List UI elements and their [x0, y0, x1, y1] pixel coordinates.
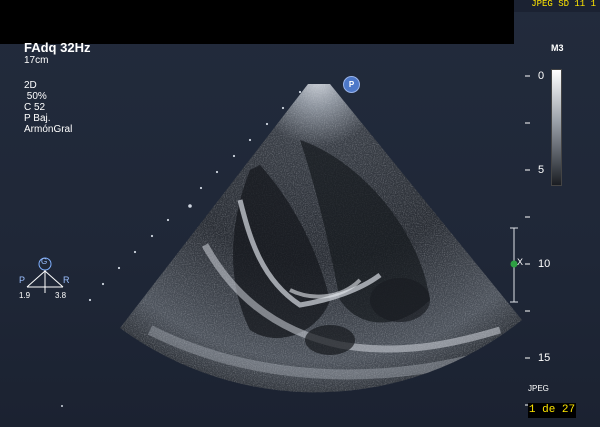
depth-scale [525, 75, 530, 406]
orientation-icon: G P R 1.9 3.8 [15, 257, 75, 307]
orient-left-label: P [19, 275, 26, 285]
frame-rate-label: FAdq 32Hz [24, 40, 91, 55]
ultrasound-image [61, 75, 530, 407]
param-power: P Baj. [24, 113, 51, 124]
param-mode: 2D [24, 80, 37, 91]
depth-mark-10: 10 [538, 258, 551, 270]
ultrasound-screen: JPEG SD 11 1 FAdq 32Hz 17cm 2D 50% C 52 … [0, 0, 600, 427]
gray-scale-top: 0 [538, 70, 545, 82]
imaging-params: 2D 50% C 52 P Baj. ArmónGral [24, 80, 72, 135]
image-pager[interactable]: 1 de 27 [528, 403, 576, 418]
orient-top-label: G [41, 257, 48, 266]
param-gain: 50% [24, 91, 47, 102]
depth-mark-15: 15 [538, 352, 551, 364]
param-harmonic: ArmónGral [24, 124, 73, 135]
gray-scale-bar [551, 69, 562, 186]
probe-orientation-marker[interactable]: P [343, 76, 360, 93]
orient-right-label: R [63, 275, 70, 285]
gray-scale-bottom: 5 [538, 164, 545, 176]
format-label: JPEG [528, 384, 549, 393]
map-mode-label: M3 [551, 43, 564, 53]
orient-right-value: 3.8 [55, 291, 67, 300]
param-compression: C 52 [24, 102, 46, 113]
orient-left-value: 1.9 [19, 291, 31, 300]
echo-sector [120, 84, 522, 393]
depth-label: 17cm [24, 55, 49, 66]
focus-marker-label: X [517, 257, 524, 267]
